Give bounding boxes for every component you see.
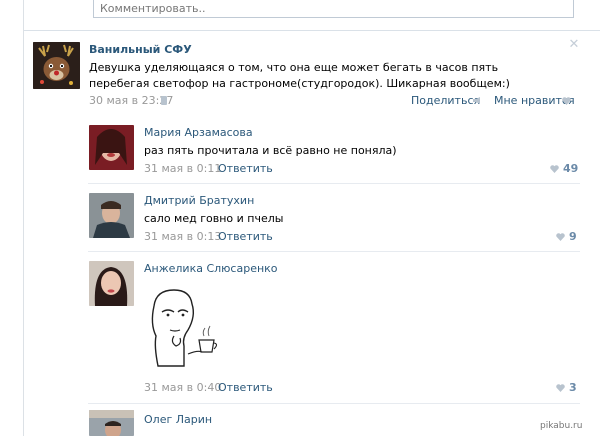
comment-avatar[interactable] — [89, 125, 134, 170]
comment-separator — [88, 403, 580, 404]
like-count[interactable]: 9 — [569, 230, 577, 243]
comment-author[interactable]: Анжелика Слюсаренко — [144, 262, 278, 275]
comment-avatar[interactable] — [89, 410, 134, 436]
post-text: Девушка уделяющаяся о том, что она еще м… — [89, 61, 510, 90]
comment-date[interactable]: 31 мая в 0:13 — [144, 230, 221, 243]
avatar-photo — [89, 261, 134, 306]
heart-icon[interactable] — [556, 233, 565, 241]
heart-icon[interactable] — [556, 384, 565, 392]
reindeer-avatar-image — [33, 42, 80, 89]
avatar-photo — [89, 125, 134, 170]
heart-icon — [562, 97, 571, 105]
heart-icon[interactable] — [550, 165, 559, 173]
comment-author[interactable]: Олег Ларин — [144, 413, 212, 426]
avatar-photo — [89, 410, 134, 436]
comment-avatar[interactable] — [89, 193, 134, 238]
gutter-divider — [23, 0, 24, 436]
close-icon[interactable]: ✕ — [568, 38, 580, 51]
avatar-photo — [89, 193, 134, 238]
comment-separator — [88, 183, 580, 184]
reply-button[interactable]: Ответить — [218, 381, 273, 394]
comment-text: раз пять прочитала и всё равно не поняла… — [144, 144, 397, 157]
watermark: pikabu.ru — [540, 421, 583, 431]
post-author-name[interactable]: Ванильный СФУ — [89, 43, 192, 56]
page-left-gutter — [0, 0, 24, 436]
share-button[interactable]: Поделиться — [411, 94, 480, 107]
comment-date[interactable]: 31 мая в 0:11 — [144, 162, 221, 175]
meme-face-sticker — [151, 289, 218, 367]
comment-author[interactable]: Дмитрий Братухин — [144, 194, 254, 207]
post-divider — [24, 30, 600, 31]
post-author-avatar[interactable] — [33, 42, 80, 89]
like-count[interactable]: 49 — [563, 162, 578, 175]
mobile-icon — [161, 96, 167, 105]
like-count[interactable]: 3 — [569, 381, 577, 394]
comment-input[interactable]: Комментировать.. — [93, 0, 574, 18]
comment-separator — [88, 251, 580, 252]
reply-button[interactable]: Ответить — [218, 162, 273, 175]
comment-avatar[interactable] — [89, 261, 134, 306]
comment-date[interactable]: 31 мая в 0:40 — [144, 381, 221, 394]
megaphone-icon — [473, 97, 480, 104]
comment-author[interactable]: Мария Арзамасова — [144, 126, 253, 139]
reply-button[interactable]: Ответить — [218, 230, 273, 243]
comment-text: сало мед говно и пчелы — [144, 212, 284, 225]
